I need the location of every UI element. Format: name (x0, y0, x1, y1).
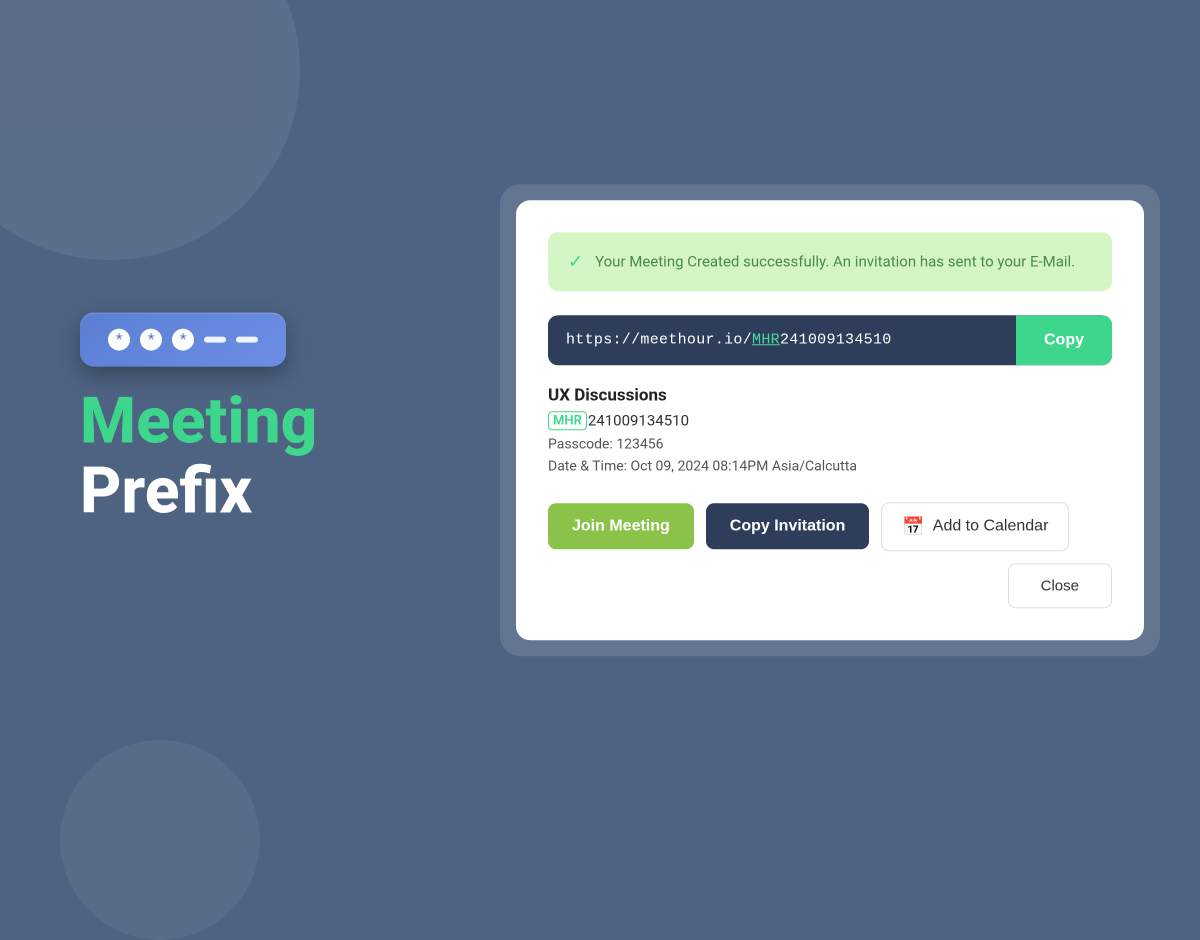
meeting-label: Meeting (80, 387, 317, 457)
panel-inner: ✓ Your Meeting Created successfully. An … (516, 200, 1144, 640)
passcode-dash-1 (204, 337, 226, 343)
success-check-icon: ✓ (568, 251, 583, 272)
passcode-dot-2: * (140, 329, 162, 351)
success-banner: ✓ Your Meeting Created successfully. An … (548, 232, 1112, 291)
meeting-title: UX Discussions (548, 385, 1112, 405)
copy-button[interactable]: Copy (1016, 315, 1112, 365)
copy-invitation-button[interactable]: Copy Invitation (706, 503, 870, 549)
datetime-row: Date & Time: Oct 09, 2024 08:14PM Asia/C… (548, 458, 1112, 474)
passcode-dot-3: * (172, 329, 194, 351)
meeting-id-number: 241009134510 (588, 411, 689, 429)
prefix-label: Prefix (80, 457, 317, 527)
url-display: https://meethour.io/MHR241009134510 (548, 315, 1016, 364)
bg-circle-top (0, 0, 300, 260)
url-bar: https://meethour.io/MHR241009134510 Copy (548, 315, 1112, 365)
datetime-value: Date & Time: Oct 09, 2024 08:14PM Asia/C… (548, 458, 857, 474)
passcode-badge: * * * (80, 313, 286, 367)
passcode-dash-2 (236, 337, 258, 343)
right-panel: ✓ Your Meeting Created successfully. An … (500, 184, 1160, 656)
add-to-calendar-label: Add to Calendar (933, 517, 1049, 535)
left-title: Meeting Prefix (80, 387, 317, 528)
meeting-id-row: MHR241009134510 (548, 411, 1112, 430)
url-prefix: https://meethour.io/ (566, 331, 752, 348)
close-button[interactable]: Close (1008, 563, 1112, 608)
url-highlight: MHR (752, 331, 780, 348)
actions-row: Join Meeting Copy Invitation 📅 Add to Ca… (548, 502, 1112, 551)
url-number: 241009134510 (780, 331, 892, 348)
panel-outer: ✓ Your Meeting Created successfully. An … (500, 184, 1160, 656)
bg-circle-bottom (60, 740, 260, 940)
add-to-calendar-button[interactable]: 📅 Add to Calendar (881, 502, 1069, 551)
join-meeting-button[interactable]: Join Meeting (548, 503, 694, 549)
calendar-icon: 📅 (902, 516, 924, 537)
passcode-dot-1: * (108, 329, 130, 351)
success-message: Your Meeting Created successfully. An in… (595, 250, 1075, 273)
meeting-id-prefix: MHR (548, 411, 587, 430)
left-section: * * * Meeting Prefix (80, 313, 317, 528)
passcode-label: Passcode: 123456 (548, 436, 664, 452)
close-row: Close (548, 563, 1112, 608)
passcode-row: Passcode: 123456 (548, 436, 1112, 452)
